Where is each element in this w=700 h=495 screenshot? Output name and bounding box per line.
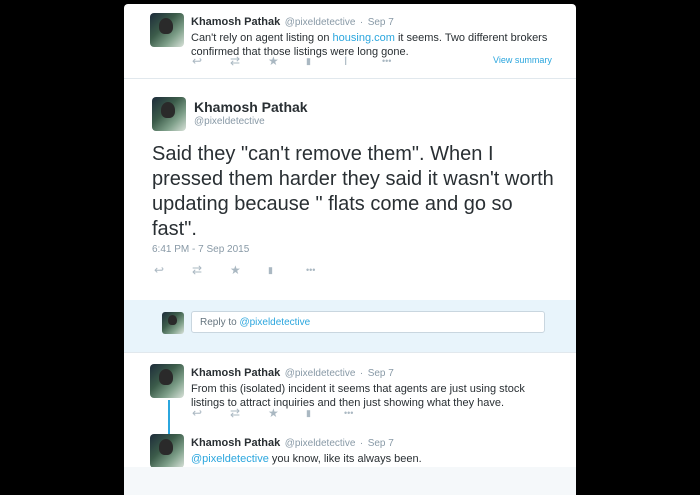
avatar[interactable] — [150, 13, 184, 47]
stats-icon[interactable]: ▮ — [306, 406, 344, 420]
footer-strip — [124, 467, 576, 495]
favorite-icon[interactable]: ★ — [268, 54, 306, 68]
tweet-panel: Khamosh Pathak @pixeldetective · Sep 7 C… — [124, 4, 576, 495]
reply-icon[interactable]: ↩ — [154, 263, 192, 277]
main-tweet-header: Khamosh Pathak @pixeldetective — [194, 99, 308, 127]
reply-mention: @pixeldetective — [239, 317, 311, 328]
reply-input[interactable]: Reply to @pixeldetective — [191, 311, 545, 333]
avatar[interactable] — [152, 97, 186, 131]
tweet-text-pre: Can't rely on agent listing on — [191, 32, 333, 44]
view-summary-link[interactable]: View summary — [493, 55, 552, 65]
retweet-icon[interactable]: ⇄ — [192, 263, 230, 277]
author-name[interactable]: Khamosh Pathak — [191, 16, 280, 28]
more-icon[interactable]: ••• — [382, 54, 420, 68]
more-icon[interactable]: ••• — [344, 406, 382, 420]
reply-placeholder: Reply to — [200, 317, 240, 328]
avatar[interactable] — [150, 434, 184, 468]
retweet-icon[interactable]: ⇄ — [230, 54, 268, 68]
avatar — [162, 312, 184, 334]
tweet-date[interactable]: Sep 7 — [368, 368, 394, 379]
avatar[interactable] — [150, 364, 184, 398]
main-tweet-actions: ↩ ⇄ ★ ▮ ••• — [154, 263, 344, 277]
separator: · — [359, 17, 364, 28]
more-icon[interactable]: ••• — [306, 263, 344, 277]
tweet-2: Khamosh Pathak @pixeldetective · Sep 7 F… — [191, 363, 561, 410]
pipe-icon[interactable]: I — [344, 54, 382, 68]
divider — [124, 352, 576, 353]
favorite-icon[interactable]: ★ — [268, 406, 306, 420]
author-handle[interactable]: @pixeldetective — [285, 438, 356, 449]
retweet-icon[interactable]: ⇄ — [230, 406, 268, 420]
main-tweet-text: Said they "can't remove them". When I pr… — [152, 143, 554, 240]
divider — [124, 78, 576, 79]
housing-link[interactable]: housing.com — [333, 32, 395, 44]
tweet-timestamp[interactable]: 6:41 PM - 7 Sep 2015 — [152, 244, 249, 255]
author-name[interactable]: Khamosh Pathak — [191, 367, 280, 379]
separator: · — [359, 368, 364, 379]
mention-link[interactable]: @pixeldetective — [191, 453, 269, 465]
tweet-text: @pixeldetective you know, like its alway… — [191, 452, 561, 466]
author-handle[interactable]: @pixeldetective — [194, 116, 308, 127]
stats-icon[interactable]: ▮ — [306, 54, 344, 68]
tweet-date[interactable]: Sep 7 — [368, 438, 394, 449]
tweet-1: Khamosh Pathak @pixeldetective · Sep 7 C… — [191, 12, 561, 59]
separator: · — [359, 438, 364, 449]
tweet-date[interactable]: Sep 7 — [368, 17, 394, 28]
reply-icon[interactable]: ↩ — [192, 406, 230, 420]
reply-zone: Reply to @pixeldetective — [124, 300, 576, 352]
author-handle[interactable]: @pixeldetective — [285, 17, 356, 28]
stats-icon[interactable]: ▮ — [268, 263, 306, 277]
tweet-2-actions: ↩ ⇄ ★ ▮ ••• — [192, 406, 382, 420]
tweet-text-post: you know, like its always been. — [268, 453, 422, 465]
author-handle[interactable]: @pixeldetective — [285, 368, 356, 379]
tweet-3: Khamosh Pathak @pixeldetective · Sep 7 @… — [191, 433, 561, 466]
author-name[interactable]: Khamosh Pathak — [191, 437, 280, 449]
author-name[interactable]: Khamosh Pathak — [194, 99, 308, 115]
favorite-icon[interactable]: ★ — [230, 263, 268, 277]
conversation-thread-line — [168, 400, 170, 434]
reply-icon[interactable]: ↩ — [192, 54, 230, 68]
tweet-1-actions: ↩ ⇄ ★ ▮ I ••• — [192, 54, 420, 68]
